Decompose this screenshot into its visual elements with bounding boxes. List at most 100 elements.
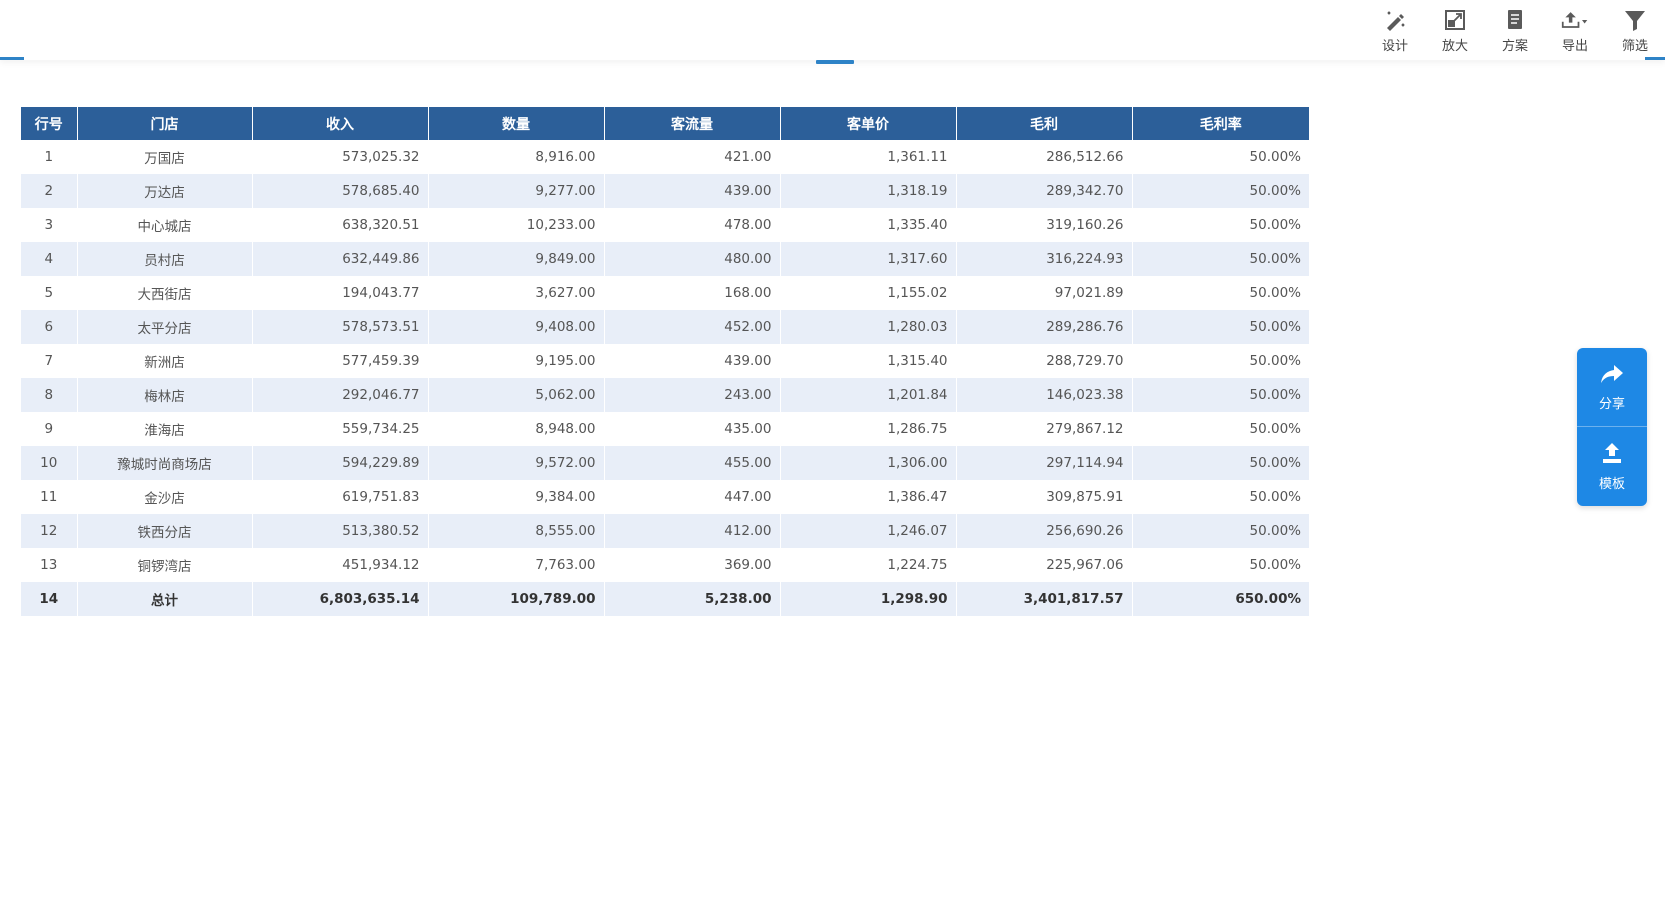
table-cell: 铁西分店 <box>77 514 253 548</box>
table-cell: 1,280.03 <box>780 310 957 344</box>
table-cell: 13 <box>21 548 78 582</box>
table-cell: 559,734.25 <box>252 412 429 446</box>
table-cell: 439.00 <box>604 174 781 208</box>
table-cell: 淮海店 <box>77 412 253 446</box>
table-cell: 3,627.00 <box>428 276 605 310</box>
table-cell: 1,317.60 <box>780 242 957 276</box>
table-cell: 168.00 <box>604 276 781 310</box>
table-cell: 4 <box>21 242 78 276</box>
share-button[interactable]: 分享 <box>1577 348 1647 426</box>
table-cell: 452.00 <box>604 310 781 344</box>
table-cell: 3 <box>21 208 78 242</box>
design-button[interactable]: 设计 <box>1365 4 1425 56</box>
table-cell: 6 <box>21 310 78 344</box>
table-cell: 478.00 <box>604 208 781 242</box>
table-cell: 5,062.00 <box>428 378 605 412</box>
template-button[interactable]: 模板 <box>1577 427 1647 505</box>
table-cell: 50.00% <box>1132 412 1309 446</box>
table-cell: 632,449.86 <box>252 242 429 276</box>
export-label: 导出 <box>1561 39 1588 54</box>
table-cell: 50.00% <box>1132 174 1309 208</box>
table-cell: 50.00% <box>1132 344 1309 378</box>
column-header[interactable]: 客流量 <box>604 107 781 140</box>
column-header[interactable]: 数量 <box>428 107 605 140</box>
table-cell: 50.00% <box>1132 480 1309 514</box>
upload-icon <box>1600 441 1624 469</box>
table-cell: 1,224.75 <box>780 548 957 582</box>
table-cell: 9,572.00 <box>428 446 605 480</box>
table-row: 13 铜锣湾店 451,934.12 7,763.00 369.00 1,224.75 22… <box>21 548 1309 582</box>
table-cell: 1 <box>21 140 78 174</box>
column-header[interactable]: 毛利率 <box>1132 107 1309 140</box>
table-cell: 435.00 <box>604 412 781 446</box>
table-cell: 97,021.89 <box>956 276 1133 310</box>
table-cell: 50.00% <box>1132 208 1309 242</box>
table-row: 1 万国店 573,025.32 8,916.00 421.00 1,361.11 286,… <box>21 140 1309 174</box>
table-cell: 1,306.00 <box>780 446 957 480</box>
table-cell: 638,320.51 <box>252 208 429 242</box>
zoom-label: 放大 <box>1441 39 1468 54</box>
total-cell: 1,298.90 <box>780 582 957 616</box>
table-cell: 9,195.00 <box>428 344 605 378</box>
table-row: 9 淮海店 559,734.25 8,948.00 435.00 1,286.75 279,… <box>21 412 1309 446</box>
table-cell: 1,246.07 <box>780 514 957 548</box>
table-cell: 480.00 <box>604 242 781 276</box>
column-header[interactable]: 行号 <box>21 107 78 140</box>
column-header[interactable]: 毛利 <box>956 107 1133 140</box>
table-row: 11 金沙店 619,751.83 9,384.00 447.00 1,386.47 309… <box>21 480 1309 514</box>
table-cell: 2 <box>21 174 78 208</box>
total-cell: 5,238.00 <box>604 582 781 616</box>
filter-button[interactable]: 筛选 <box>1605 4 1665 56</box>
toolbar-right-accent <box>1645 57 1665 60</box>
table-cell: 439.00 <box>604 344 781 378</box>
table-cell: 9,384.00 <box>428 480 605 514</box>
table-cell: 243.00 <box>604 378 781 412</box>
chevron-down-icon <box>1582 20 1588 24</box>
table-cell: 412.00 <box>604 514 781 548</box>
table-header-row: 行号 门店 收入 数量 客流量 客单价 毛利 毛利率 <box>21 107 1309 140</box>
table-row: 7 新洲店 577,459.39 9,195.00 439.00 1,315.40 288,… <box>21 344 1309 378</box>
table-cell: 新洲店 <box>77 344 253 378</box>
table-cell: 146,023.38 <box>956 378 1133 412</box>
filter-label: 筛选 <box>1621 39 1648 54</box>
column-header[interactable]: 门店 <box>77 107 253 140</box>
table-cell: 578,573.51 <box>252 310 429 344</box>
table-cell: 289,286.76 <box>956 310 1133 344</box>
design-icon <box>1381 7 1409 33</box>
table-cell: 455.00 <box>604 446 781 480</box>
collapse-handle[interactable] <box>816 60 854 64</box>
table-cell: 573,025.32 <box>252 140 429 174</box>
table-cell: 225,967.06 <box>956 548 1133 582</box>
table-cell: 1,315.40 <box>780 344 957 378</box>
table-cell: 1,155.02 <box>780 276 957 310</box>
table-cell: 289,342.70 <box>956 174 1133 208</box>
table-cell: 员村店 <box>77 242 253 276</box>
table-cell: 豫城时尚商场店 <box>77 446 253 480</box>
share-icon <box>1600 363 1624 389</box>
table-cell: 太平分店 <box>77 310 253 344</box>
table-cell: 50.00% <box>1132 310 1309 344</box>
column-header[interactable]: 客单价 <box>780 107 957 140</box>
export-button[interactable]: 导出 <box>1545 4 1605 56</box>
table-cell: 1,201.84 <box>780 378 957 412</box>
toolbar-actions: 设计 放大 方案 导出 筛选 <box>1365 4 1665 56</box>
table-cell: 5 <box>21 276 78 310</box>
table-cell: 316,224.93 <box>956 242 1133 276</box>
table-cell: 9,408.00 <box>428 310 605 344</box>
table-cell: 619,751.83 <box>252 480 429 514</box>
zoom-button[interactable]: 放大 <box>1425 4 1485 56</box>
total-cell: 总计 <box>77 582 253 616</box>
column-header[interactable]: 收入 <box>252 107 429 140</box>
template-label: 模板 <box>1598 476 1625 492</box>
table-cell: 9,277.00 <box>428 174 605 208</box>
total-cell: 14 <box>21 582 78 616</box>
table-cell: 7 <box>21 344 78 378</box>
table-row: 10 豫城时尚商场店 594,229.89 9,572.00 455.00 1,306.0… <box>21 446 1309 480</box>
table-cell: 1,335.40 <box>780 208 957 242</box>
scheme-button[interactable]: 方案 <box>1485 4 1545 56</box>
table-row: 5 大西街店 194,043.77 3,627.00 168.00 1,155.02 97,… <box>21 276 1309 310</box>
table-cell: 513,380.52 <box>252 514 429 548</box>
table-cell: 256,690.26 <box>956 514 1133 548</box>
toolbar-left-accent <box>0 57 24 60</box>
table-cell: 369.00 <box>604 548 781 582</box>
